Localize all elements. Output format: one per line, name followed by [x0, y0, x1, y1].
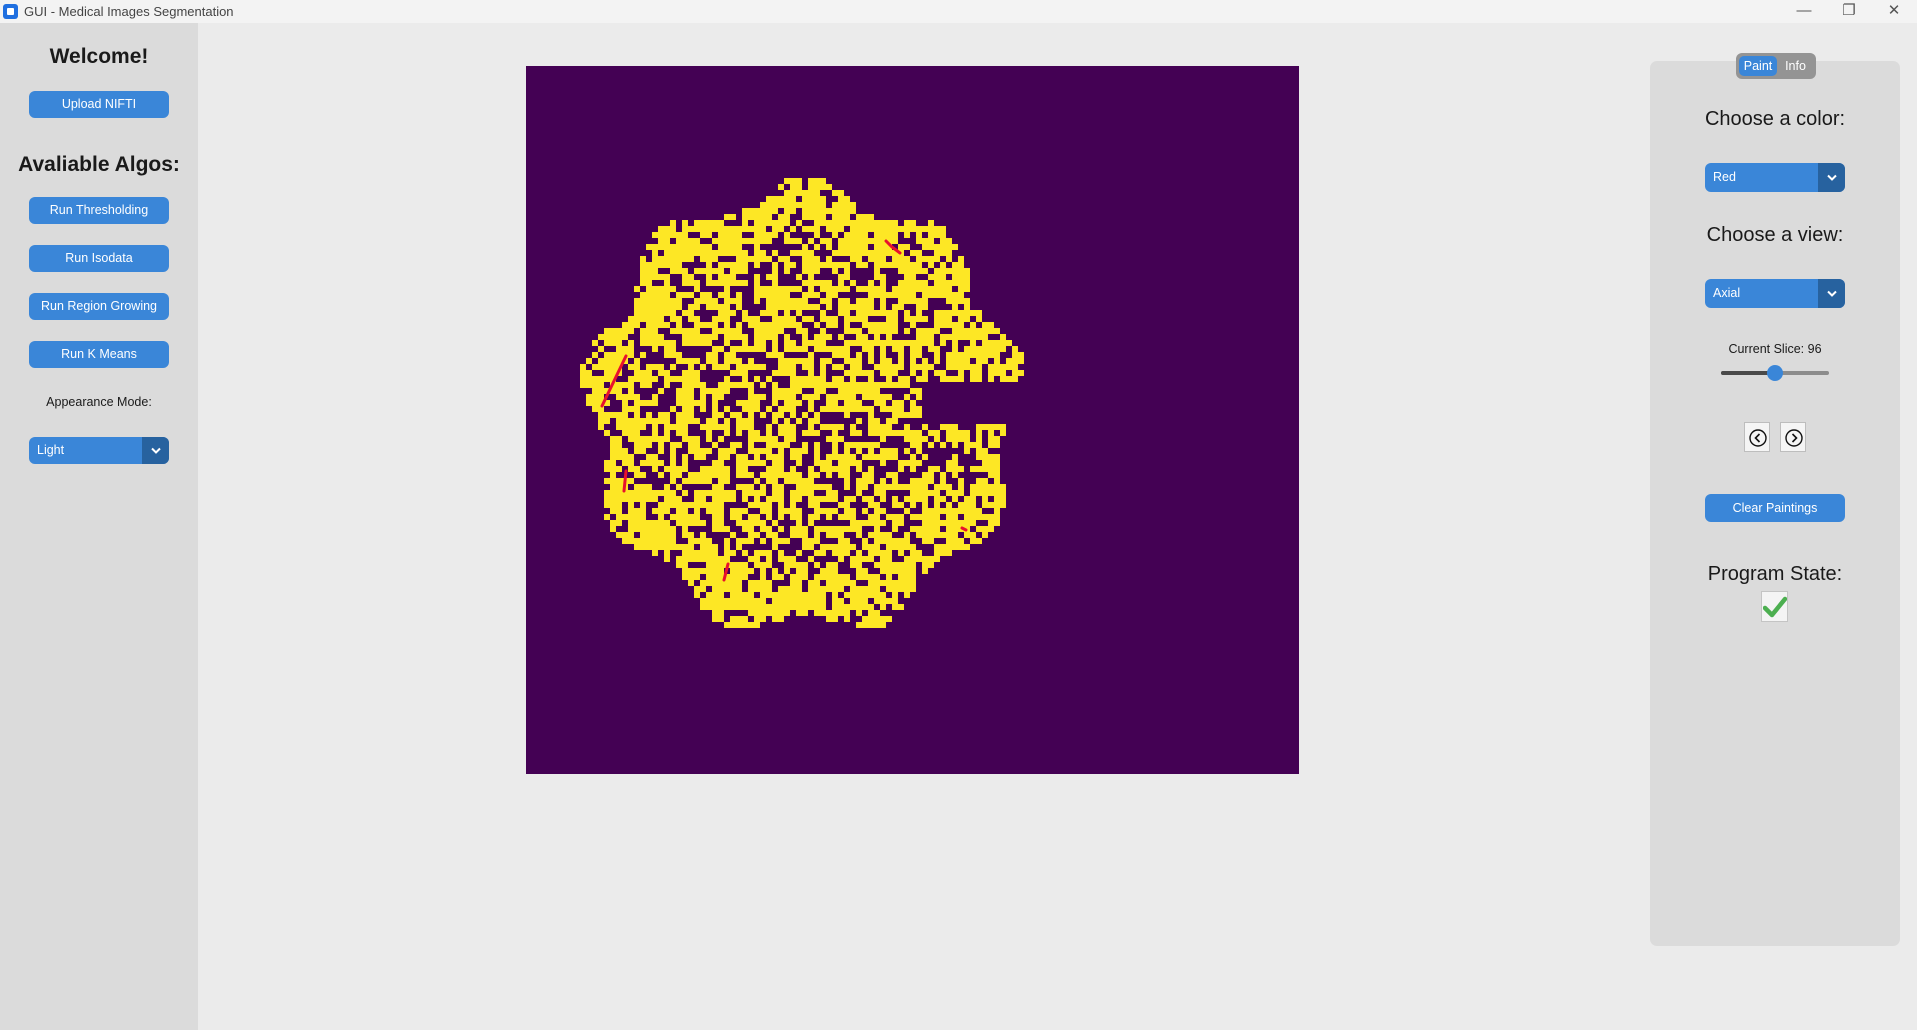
chevron-left-icon — [1749, 429, 1767, 447]
checkmark-icon — [1763, 596, 1787, 618]
clear-paintings-button[interactable]: Clear Paintings — [1705, 494, 1845, 522]
color-dropdown[interactable]: Red — [1705, 163, 1845, 192]
close-icon[interactable]: ✕ — [1874, 1, 1914, 21]
tab-paint[interactable]: Paint — [1739, 56, 1777, 76]
program-state-heading: Program State: — [1707, 563, 1843, 585]
chevron-down-icon[interactable] — [1818, 163, 1845, 192]
paint-stroke — [960, 526, 968, 532]
tab-info[interactable]: Info — [1777, 56, 1814, 76]
slice-slider-handle[interactable] — [1767, 365, 1783, 381]
run-k-means-button[interactable]: Run K Means — [29, 341, 169, 368]
title-bar: GUI - Medical Images Segmentation — ❐ ✕ — [0, 0, 1917, 23]
prev-slice-button[interactable] — [1744, 422, 1770, 452]
upload-nifti-button[interactable]: Upload NIFTI — [29, 91, 169, 118]
sidebar: Welcome! Upload NIFTI Avaliable Algos: R… — [0, 23, 198, 1030]
view-heading: Choose a view: — [1706, 224, 1844, 246]
run-isodata-button[interactable]: Run Isodata — [29, 245, 169, 272]
appearance-mode-value: Light — [37, 443, 65, 457]
color-heading: Choose a color: — [1704, 108, 1846, 130]
appearance-mode-label: Appearance Mode: — [46, 395, 152, 409]
next-slice-button[interactable] — [1780, 422, 1806, 452]
window-title: GUI - Medical Images Segmentation — [24, 4, 234, 19]
run-region-growing-button[interactable]: Run Region Growing — [29, 293, 169, 320]
run-thresholding-button[interactable]: Run Thresholding — [29, 197, 169, 224]
algos-heading: Avaliable Algos: — [18, 153, 180, 176]
chevron-down-icon[interactable] — [142, 437, 169, 464]
restore-icon[interactable]: ❐ — [1829, 1, 1869, 21]
paint-stroke — [622, 469, 628, 493]
chevron-right-icon — [1785, 429, 1803, 447]
tools-panel: Paint Info Choose a color: Red Choose a … — [1650, 53, 1900, 946]
slice-slider[interactable] — [1721, 365, 1829, 381]
appearance-mode-dropdown[interactable]: Light — [29, 437, 169, 464]
view-dropdown[interactable]: Axial — [1705, 279, 1845, 308]
current-slice-label: Current Slice: 96 — [1728, 342, 1822, 356]
minimize-icon[interactable]: — — [1784, 1, 1824, 21]
program-state-indicator — [1761, 591, 1788, 622]
chevron-down-icon[interactable] — [1818, 279, 1845, 308]
color-value: Red — [1713, 170, 1736, 184]
segmentation-image[interactable] — [526, 66, 1299, 774]
app-icon — [3, 4, 18, 19]
image-canvas[interactable] — [526, 66, 1299, 774]
tab-switcher: Paint Info — [1736, 53, 1816, 79]
segmentation-mask — [580, 178, 1024, 628]
welcome-heading: Welcome! — [49, 45, 149, 68]
view-value: Axial — [1713, 286, 1741, 300]
